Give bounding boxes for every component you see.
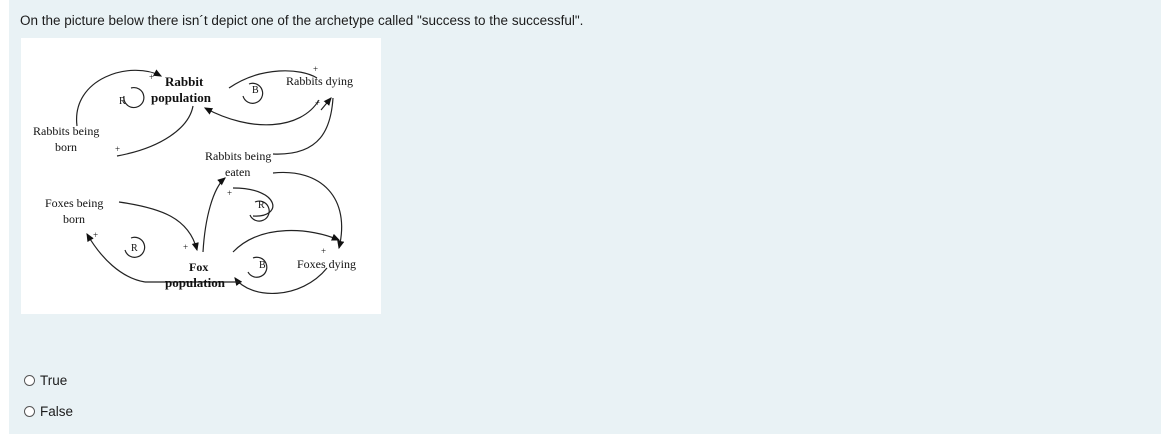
rabbits-being-eaten-label: eaten xyxy=(225,165,250,179)
rabbit-death-arc-bottom xyxy=(203,99,320,126)
option-true[interactable]: True xyxy=(24,373,67,388)
rabbits-being-eaten-label: Rabbits being xyxy=(205,149,271,163)
polarity-sign: + xyxy=(149,72,154,82)
polarity-sign: + xyxy=(315,98,320,108)
option-false[interactable]: False xyxy=(24,404,73,419)
radio-true[interactable] xyxy=(24,375,35,386)
question-text: On the picture below there isn´t depict … xyxy=(20,13,584,28)
loop-marker-fox-death: B xyxy=(247,256,268,278)
loop-marker-rabbit-death: B xyxy=(242,82,264,104)
fox-population-label: Fox xyxy=(189,260,208,274)
polarity-sign: + xyxy=(93,230,98,240)
fox-birth-arc-bottom xyxy=(86,232,146,283)
foxes-being-born-label: Foxes being xyxy=(45,196,103,210)
svg-text:R: R xyxy=(258,200,265,211)
polarity-sign: - xyxy=(207,104,210,114)
polarity-sign: + xyxy=(313,64,318,74)
foxes-being-born-label: born xyxy=(63,212,85,226)
loop-marker-rabbit-birth: R xyxy=(119,86,145,109)
svg-text:B: B xyxy=(259,260,266,271)
rabbits-dying-label: Rabbits dying xyxy=(286,74,353,88)
svg-text:R: R xyxy=(131,243,138,254)
loop-marker-fox-birth: R xyxy=(124,236,146,258)
fox-population-label: population xyxy=(165,275,226,290)
svg-text:R: R xyxy=(119,96,126,107)
svg-text:B: B xyxy=(252,85,259,96)
polarity-sign: + xyxy=(183,242,188,252)
diagram-svg: R B R R B + + + + - + + + + Rabbit popul… xyxy=(33,64,356,295)
causal-loop-diagram: R B R R B + + + + - + + + + Rabbit popul… xyxy=(21,38,381,314)
polarity-sign: + xyxy=(115,144,120,154)
predation-arc-right xyxy=(232,187,274,217)
polarity-sign: + xyxy=(227,188,232,198)
rabbits-being-born-label: Rabbits being xyxy=(33,124,99,138)
rabbit-death-arrow-in xyxy=(320,97,332,111)
rabbit-population-label: Rabbit xyxy=(165,74,204,89)
radio-false[interactable] xyxy=(24,406,35,417)
question-panel: On the picture below there isn´t depict … xyxy=(9,0,1161,434)
rabbit-birth-arc-bottom xyxy=(116,105,194,157)
polarity-sign: + xyxy=(321,246,326,256)
rabbits-being-born-label: born xyxy=(55,140,77,154)
loop-marker-predation: R xyxy=(249,200,270,222)
predation-arc-left xyxy=(202,177,226,253)
foxes-dying-label: Foxes dying xyxy=(297,257,356,271)
fox-death-arc-bottom xyxy=(234,267,328,295)
option-false-label: False xyxy=(40,404,74,419)
rabbit-population-label: population xyxy=(151,90,212,105)
option-true-label: True xyxy=(40,373,68,388)
